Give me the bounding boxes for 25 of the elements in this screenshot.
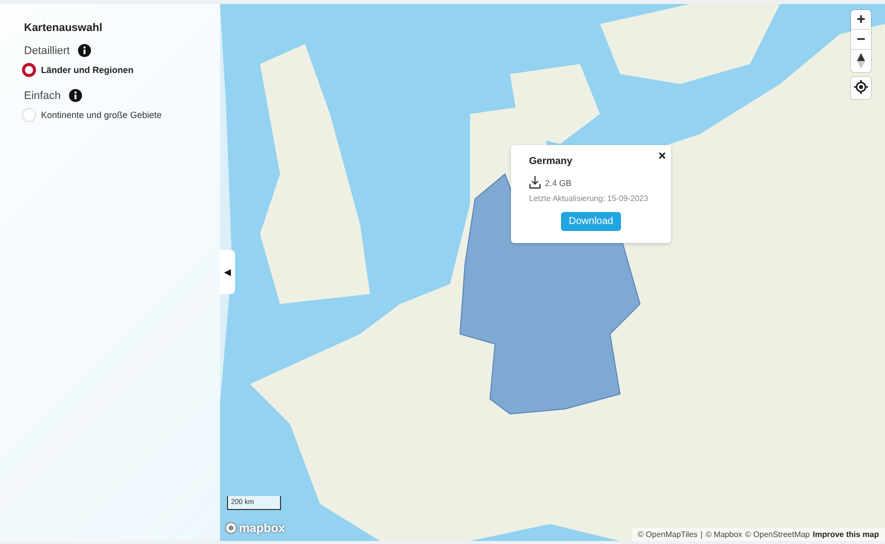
zoom-in-button[interactable]: + — [851, 10, 871, 30]
improve-map-link[interactable]: Improve this map — [812, 530, 879, 539]
popup-title: Germany — [529, 156, 574, 167]
zoom-out-button[interactable]: − — [851, 30, 871, 50]
update-date: Letzte Aktualisierung: 15-09-2023 — [529, 194, 650, 203]
compass-icon — [857, 53, 865, 69]
download-icon — [529, 176, 541, 189]
option-label[interactable]: Kontinente und große Gebiete — [41, 110, 162, 120]
attribution-link[interactable]: © OpenStreetMap — [745, 530, 810, 539]
attribution-link[interactable]: © Mapbox — [706, 530, 742, 539]
attribution-link[interactable]: © OpenMapTiles — [638, 530, 698, 539]
radio-button[interactable] — [22, 63, 36, 77]
locate-icon — [854, 80, 868, 94]
map-logo: mapbox — [239, 521, 286, 535]
info-icon[interactable] — [78, 44, 91, 57]
group-label: Detailliert — [24, 44, 70, 56]
close-button[interactable]: × — [658, 148, 666, 163]
file-size: 2.4 GB — [545, 178, 572, 188]
option-label[interactable]: Länder und Regionen — [41, 65, 134, 75]
collapse-button[interactable]: ◀ — [220, 250, 235, 294]
locate-button[interactable] — [851, 77, 871, 99]
panel-title: Kartenauswahl — [24, 22, 104, 34]
group-label: Einfach — [24, 90, 61, 102]
info-icon[interactable] — [68, 89, 82, 102]
attribution-link[interactable]: | — [700, 530, 703, 539]
